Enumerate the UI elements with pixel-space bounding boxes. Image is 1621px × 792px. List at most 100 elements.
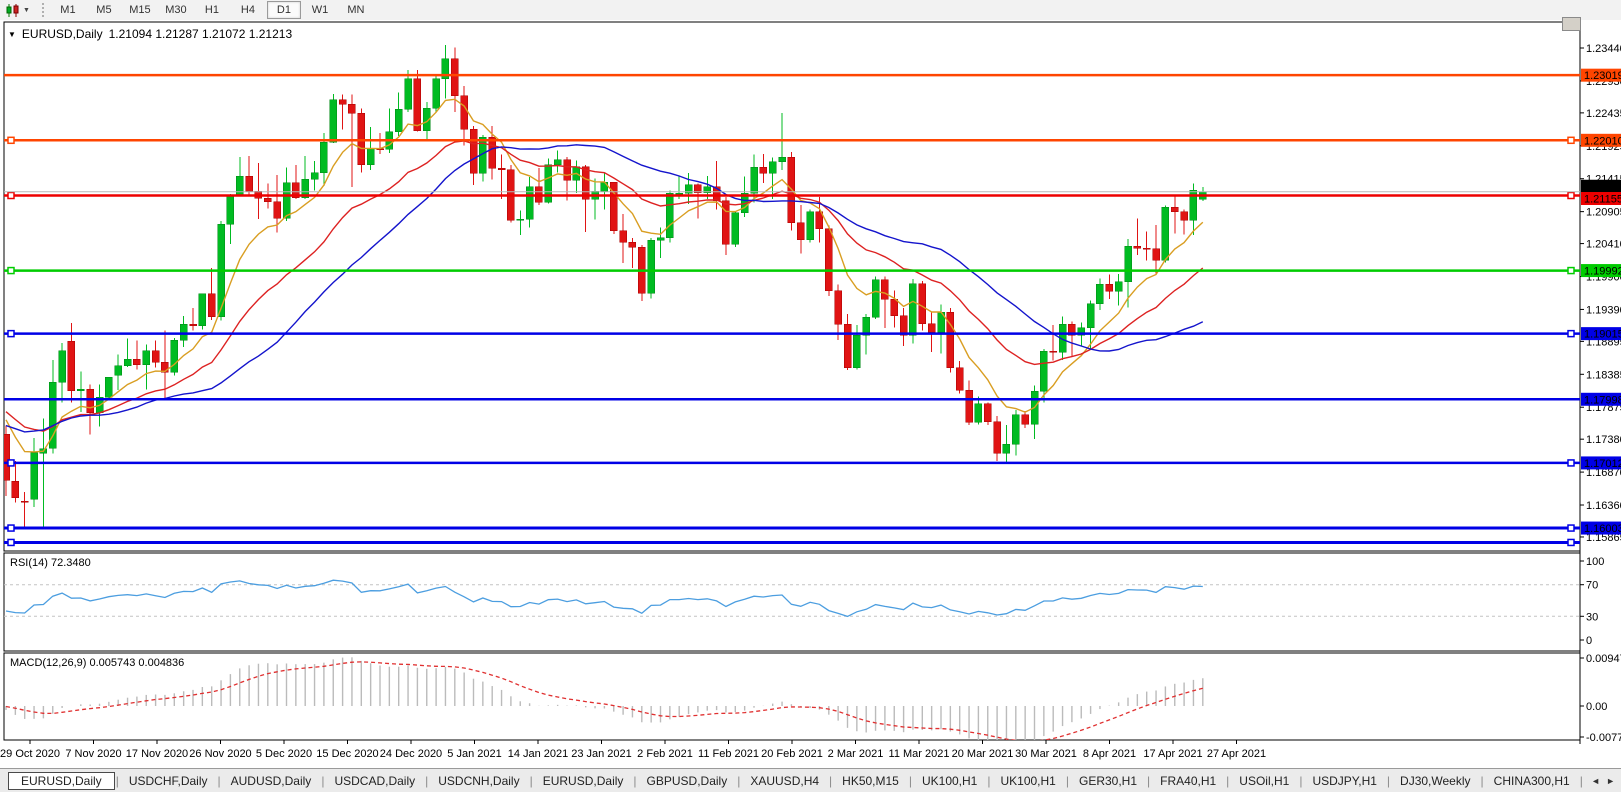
svg-text:2 Mar 2021: 2 Mar 2021 — [828, 748, 884, 760]
tab-usdcad-daily[interactable]: USDCAD,Daily — [325, 773, 424, 789]
svg-text:27 Apr 2021: 27 Apr 2021 — [1207, 748, 1266, 760]
svg-text:5 Jan 2021: 5 Jan 2021 — [447, 748, 501, 760]
tab-separator: | — [425, 774, 428, 788]
horizontal-lines-layer[interactable] — [4, 75, 1580, 545]
tab-eurusd-daily[interactable]: EURUSD,Daily — [8, 772, 115, 790]
svg-text:11 Feb 2021: 11 Feb 2021 — [698, 748, 759, 760]
tab-usdjpy-h1[interactable]: USDJPY,H1 — [1303, 773, 1385, 789]
tab-separator: | — [737, 774, 740, 788]
price-chart-svg[interactable]: 1.234401.229301.224351.219251.214151.209… — [0, 20, 1621, 768]
svg-text:1.16003: 1.16003 — [1584, 523, 1621, 535]
chart-window[interactable]: 1.234401.229301.224351.219251.214151.209… — [0, 20, 1621, 768]
timeframe-button-D1[interactable]: D1 — [267, 1, 301, 19]
tab-separator: | — [909, 774, 912, 788]
tab-separator: | — [829, 774, 832, 788]
tab-eurusd-daily[interactable]: EURUSD,Daily — [534, 773, 633, 789]
svg-text:23 Jan 2021: 23 Jan 2021 — [571, 748, 632, 760]
tab-separator: | — [530, 774, 533, 788]
candlestick-chart-icon — [6, 4, 20, 17]
svg-text:1.17998: 1.17998 — [1584, 394, 1621, 406]
svg-text:1.21155: 1.21155 — [1584, 193, 1621, 205]
svg-text:0: 0 — [1586, 635, 1592, 647]
timeframe-button-M5[interactable]: M5 — [87, 1, 121, 19]
tab-scroll-controls: ◄ ► — [1587, 769, 1619, 792]
tab-scroll-left-icon[interactable]: ◄ — [1591, 776, 1600, 786]
mt4-terminal: ▼ M1M5M15M30H1H4D1W1MN 1.234401.229301.2… — [0, 0, 1621, 792]
tab-hk50-m15[interactable]: HK50,M15 — [833, 773, 908, 789]
tab-uk100-h1[interactable]: UK100,H1 — [991, 773, 1064, 789]
svg-text:1.20905: 1.20905 — [1586, 207, 1621, 219]
tab-separator: | — [1226, 774, 1229, 788]
chart-symbol: EURUSD,Daily — [22, 27, 103, 41]
chart-tabs-bar: EURUSD,Daily|USDCHF,Daily|AUDUSD,Daily|U… — [0, 768, 1621, 792]
time-axis: 29 Oct 20207 Nov 202017 Nov 202026 Nov 2… — [0, 740, 1266, 760]
svg-text:11 Mar 2021: 11 Mar 2021 — [889, 748, 950, 760]
tab-china300-h1[interactable]: CHINA300,H1 — [1485, 773, 1579, 789]
tab-separator: | — [1387, 774, 1390, 788]
svg-text:17 Apr 2021: 17 Apr 2021 — [1143, 748, 1202, 760]
tab-scroll-right-icon[interactable]: ► — [1606, 776, 1615, 786]
svg-text:0.009478: 0.009478 — [1586, 653, 1621, 665]
svg-text:1.17012: 1.17012 — [1584, 458, 1621, 470]
svg-text:5 Dec 2020: 5 Dec 2020 — [256, 748, 312, 760]
tab-separator: | — [1580, 774, 1583, 788]
timeframe-button-M1[interactable]: M1 — [51, 1, 85, 19]
tab-separator: | — [1481, 774, 1484, 788]
svg-text:70: 70 — [1586, 580, 1598, 592]
chart-tabs: EURUSD,Daily|USDCHF,Daily|AUDUSD,Daily|U… — [0, 772, 1610, 790]
tab-dj30-weekly[interactable]: DJ30,Weekly — [1391, 773, 1479, 789]
svg-text:14 Jan 2021: 14 Jan 2021 — [508, 748, 569, 760]
tab-xauusd-h4[interactable]: XAUUSD,H4 — [741, 773, 828, 789]
timeframe-button-W1[interactable]: W1 — [303, 1, 337, 19]
chart-title: ▼ EURUSD,Daily 1.21094 1.21287 1.21072 1… — [8, 27, 292, 41]
svg-text:29 Oct 2020: 29 Oct 2020 — [0, 748, 60, 760]
svg-text:0.00: 0.00 — [1586, 701, 1607, 713]
svg-text:1.19992: 1.19992 — [1584, 266, 1621, 278]
macd-indicator-label: MACD(12,26,9) 0.005743 0.004836 — [10, 657, 184, 669]
rsi-panel — [4, 580, 1580, 616]
svg-text:7 Nov 2020: 7 Nov 2020 — [65, 748, 121, 760]
panel-borders — [4, 22, 1580, 744]
tab-separator: | — [987, 774, 990, 788]
timeframe-button-H1[interactable]: H1 — [195, 1, 229, 19]
tab-separator: | — [633, 774, 636, 788]
tab-gbpusd-daily[interactable]: GBPUSD,Daily — [638, 773, 737, 789]
chart-type-button[interactable]: ▼ — [0, 0, 36, 20]
toolbar-grip[interactable] — [42, 3, 44, 17]
chart-ohlc-values: 1.21094 1.21287 1.21072 1.21213 — [109, 27, 293, 41]
svg-text:26 Nov 2020: 26 Nov 2020 — [189, 748, 251, 760]
timeframe-button-M30[interactable]: M30 — [159, 1, 193, 19]
timeframe-buttons: M1M5M15M30H1H4D1W1MN — [50, 1, 374, 19]
price-axis: 1.234401.229301.224351.219251.214151.209… — [1580, 43, 1621, 744]
tab-usdchf-daily[interactable]: USDCHF,Daily — [120, 773, 217, 789]
svg-text:1.20410: 1.20410 — [1586, 239, 1621, 251]
svg-text:1.19390: 1.19390 — [1586, 304, 1621, 316]
svg-text:20 Mar 2021: 20 Mar 2021 — [952, 748, 1014, 760]
tab-usoil-h1[interactable]: USOil,H1 — [1230, 773, 1298, 789]
symbol-dropdown-icon[interactable]: ▼ — [8, 30, 16, 39]
tab-audusd-daily[interactable]: AUDUSD,Daily — [222, 773, 321, 789]
svg-text:8 Apr 2021: 8 Apr 2021 — [1083, 748, 1136, 760]
svg-text:30 Mar 2021: 30 Mar 2021 — [1015, 748, 1077, 760]
svg-text:1.21213: 1.21213 — [1584, 181, 1621, 193]
svg-text:1.16360: 1.16360 — [1586, 500, 1621, 512]
svg-text:30: 30 — [1586, 611, 1598, 623]
svg-text:100: 100 — [1586, 556, 1604, 568]
svg-text:1.18385: 1.18385 — [1586, 369, 1621, 381]
tab-uk100-h1[interactable]: UK100,H1 — [913, 773, 986, 789]
chevron-down-icon: ▼ — [23, 7, 30, 14]
svg-text:1.22435: 1.22435 — [1586, 108, 1621, 120]
tab-separator: | — [1299, 774, 1302, 788]
tab-ger30-h1[interactable]: GER30,H1 — [1070, 773, 1146, 789]
timeframe-button-H4[interactable]: H4 — [231, 1, 265, 19]
chart-shift-marker[interactable] — [1562, 17, 1581, 31]
svg-text:1.23019: 1.23019 — [1584, 70, 1621, 82]
timeframe-button-M15[interactable]: M15 — [123, 1, 157, 19]
tab-separator: | — [321, 774, 324, 788]
svg-text:1.23440: 1.23440 — [1586, 43, 1621, 55]
timeframe-button-MN[interactable]: MN — [339, 1, 373, 19]
svg-text:15 Dec 2020: 15 Dec 2020 — [316, 748, 378, 760]
tab-fra40-h1[interactable]: FRA40,H1 — [1151, 773, 1225, 789]
tab-usdcnh-daily[interactable]: USDCNH,Daily — [429, 773, 528, 789]
svg-text:-0.00777: -0.00777 — [1586, 732, 1621, 744]
